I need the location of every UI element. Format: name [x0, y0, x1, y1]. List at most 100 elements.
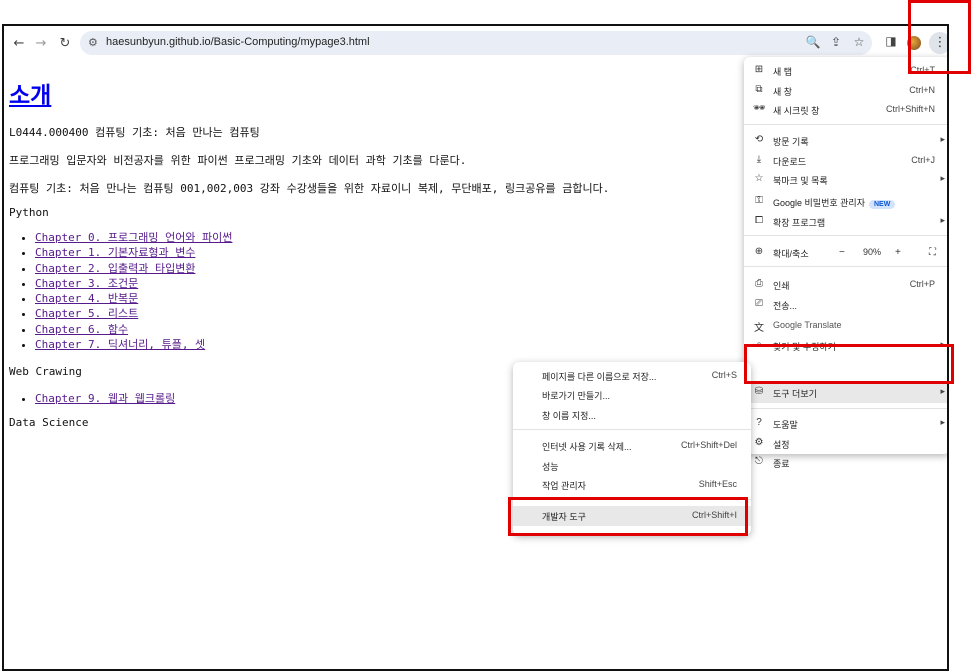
menu-item-print[interactable]: ⎙ 인쇄 Ctrl+P: [744, 275, 949, 294]
address-bar[interactable]: ⚙ haesunbyun.github.io/Basic-Computing/m…: [80, 31, 872, 55]
exit-icon: ⎋: [755, 456, 763, 467]
zoom-in-button[interactable]: +: [895, 247, 901, 258]
page-title-link[interactable]: 소개: [9, 82, 51, 109]
page-content: 소개 L0444.000400 컴퓨팅 기초: 처음 만나는 컴퓨팅 프로그래밍…: [9, 66, 769, 429]
back-icon[interactable]: ←: [10, 34, 28, 52]
new-badge: NEW: [868, 200, 896, 209]
submenu-item-name-window[interactable]: 창 이름 지정...: [513, 405, 751, 424]
chapter-link[interactable]: Chapter 6. 함수: [35, 323, 128, 336]
menu-item-history[interactable]: ⟲ 방문 기록 ▸: [744, 131, 949, 150]
list-item: Chapter 7. 딕셔너리, 튜플, 셋: [35, 336, 232, 351]
menu-item-label: 성능: [542, 462, 559, 472]
menu-item-exit[interactable]: ⎋ 종료: [744, 453, 949, 472]
menu-item-cast[interactable]: ⎚ 전송...: [744, 295, 949, 314]
course-notice: 컴퓨팅 기초: 처음 만나는 컴퓨팅 001,002,003 강좌 수강생들을 …: [9, 182, 610, 195]
python-chapter-list: Chapter 0. 프로그래밍 언어와 파이썬 Chapter 1. 기본자료…: [21, 229, 232, 351]
menu-item-shortcut: Ctrl+Shift+Del: [680, 440, 737, 450]
menu-item-label: 확장 프로그램: [773, 218, 826, 228]
menu-item-bookmarks[interactable]: ☆ 북마크 및 목록 ▸: [744, 170, 949, 189]
menu-divider: [744, 235, 949, 236]
menu-item-label: 전송...: [773, 301, 798, 311]
menu-item-shortcut: Ctrl+Shift+N: [885, 104, 935, 114]
menu-item-label: 확대/축소: [773, 249, 809, 259]
printer-icon: ⎙: [755, 278, 763, 289]
menu-item-label: 종료: [773, 459, 790, 469]
list-item: Chapter 1. 기본자료형과 변수: [35, 244, 232, 259]
zoom-level: 90%: [863, 247, 882, 257]
menu-item-label: 설정: [773, 440, 790, 450]
submenu-item-save-page[interactable]: 페이지를 다른 이름으로 저장... Ctrl+S: [513, 366, 751, 385]
fullscreen-icon[interactable]: ⛶: [929, 247, 936, 258]
menu-item-label: Google 비밀번호 관리자 NEW: [773, 196, 896, 209]
menu-item-label: 방문 기록: [773, 137, 809, 147]
page-title: 소개: [9, 76, 769, 110]
chapter-link[interactable]: Chapter 5. 리스트: [35, 307, 138, 320]
gear-icon: ⚙: [754, 437, 764, 448]
menu-item-label: 새 탭: [773, 67, 793, 77]
menu-item-label: 페이지를 다른 이름으로 저장...: [542, 372, 657, 382]
web-chapter-list: Chapter 9. 웹과 웹크롤링: [21, 390, 175, 405]
chapter-link[interactable]: Chapter 4. 반복문: [35, 292, 138, 305]
course-description: 프로그래밍 입문자와 비전공자를 위한 파이썬 프로그래밍 기초와 데이터 과학…: [9, 154, 467, 167]
share-icon[interactable]: ⇪: [828, 35, 844, 49]
new-tab-icon: ⊞: [754, 64, 764, 75]
menu-divider: [513, 429, 751, 430]
list-item: Chapter 6. 함수: [35, 321, 232, 336]
chrome-main-menu: ⊞ 새 탭 Ctrl+T ⧉ 새 창 Ctrl+N 🕶 새 시크릿 창 Ctrl…: [744, 57, 949, 469]
url-text[interactable]: haesunbyun.github.io/Basic-Computing/myp…: [106, 36, 370, 48]
menu-item-label: 새 창: [773, 87, 793, 97]
chevron-right-icon: ▸: [940, 386, 945, 396]
key-icon: ⚿: [755, 195, 763, 206]
menu-item-shortcut: Shift+Esc: [698, 479, 737, 489]
bookmark-star-icon[interactable]: ☆: [851, 35, 867, 49]
forward-icon[interactable]: →: [32, 34, 50, 52]
menu-item-more-tools[interactable]: ⛁ 도구 더보기 ▸: [744, 383, 949, 403]
chapter-link[interactable]: Chapter 3. 조건문: [35, 277, 138, 290]
menu-divider: [744, 266, 949, 267]
chapter-link[interactable]: Chapter 7. 딕셔너리, 튜플, 셋: [35, 338, 205, 351]
incognito-icon: 🕶: [753, 103, 766, 114]
star-icon: ☆: [754, 173, 764, 184]
submenu-item-clear-browsing-data[interactable]: 인터넷 사용 기록 삭제... Ctrl+Shift+Del: [513, 436, 751, 455]
chevron-right-icon: ▸: [940, 215, 945, 225]
reload-icon[interactable]: ↻: [56, 34, 74, 52]
list-item: Chapter 4. 반복문: [35, 290, 232, 305]
menu-item-label: 바로가기 만들기...: [542, 391, 610, 401]
chapter-link[interactable]: Chapter 2. 입출력과 타입변환: [35, 262, 195, 275]
menu-item-help[interactable]: ? 도움말 ▸: [744, 414, 949, 433]
site-info-icon[interactable]: ⚙: [88, 36, 98, 49]
menu-item-downloads[interactable]: ⤓ 다운로드 Ctrl+J: [744, 151, 949, 170]
chevron-right-icon: ▸: [940, 417, 945, 427]
menu-item-label: 인쇄: [773, 281, 790, 291]
zoom-icon[interactable]: 🔍: [805, 35, 821, 49]
side-panel-icon[interactable]: ◨: [882, 34, 900, 48]
submenu-item-create-shortcut[interactable]: 바로가기 만들기...: [513, 385, 751, 404]
puzzle-icon: ⧠: [755, 215, 763, 226]
list-item: Chapter 3. 조건문: [35, 275, 232, 290]
menu-item-settings[interactable]: ⚙ 설정: [744, 434, 949, 453]
zoom-out-button[interactable]: −: [839, 247, 845, 258]
help-icon: ?: [756, 417, 762, 428]
menu-item-label: 도구 더보기: [773, 389, 817, 399]
menu-item-shortcut: Ctrl+S: [711, 370, 737, 380]
menu-item-incognito[interactable]: 🕶 새 시크릿 창 Ctrl+Shift+N: [744, 100, 949, 119]
menu-item-label: Google Translate: [773, 320, 842, 330]
cast-icon: ⎚: [755, 298, 763, 309]
chapter-link[interactable]: Chapter 0. 프로그래밍 언어와 파이썬: [35, 231, 232, 244]
list-item: Chapter 0. 프로그래밍 언어와 파이썬: [35, 229, 232, 244]
menu-item-label: 인터넷 사용 기록 삭제...: [542, 442, 632, 452]
chapter-link[interactable]: Chapter 9. 웹과 웹크롤링: [35, 392, 175, 405]
submenu-item-performance[interactable]: 성능: [513, 456, 751, 475]
list-item: Chapter 2. 입출력과 타입변환: [35, 260, 232, 275]
menu-item-new-window[interactable]: ⧉ 새 창 Ctrl+N: [744, 81, 949, 100]
menu-item-label: 새 시크릿 창: [773, 106, 820, 116]
course-code-line: L0444.000400 컴퓨팅 기초: 처음 만나는 컴퓨팅: [9, 126, 260, 139]
menu-item-google-translate[interactable]: 文 Google Translate: [744, 316, 949, 335]
history-icon: ⟲: [754, 134, 764, 145]
browser-toolbar: ← → ↻ ⚙ haesunbyun.github.io/Basic-Compu…: [4, 26, 949, 61]
submenu-item-task-manager[interactable]: 작업 관리자 Shift+Esc: [513, 475, 751, 494]
menu-item-extensions[interactable]: ⧠ 확장 프로그램 ▸: [744, 212, 949, 231]
chapter-link[interactable]: Chapter 1. 기본자료형과 변수: [35, 246, 195, 259]
chevron-right-icon: ▸: [940, 173, 945, 183]
menu-item-password-manager[interactable]: ⚿ Google 비밀번호 관리자 NEW: [744, 192, 949, 211]
